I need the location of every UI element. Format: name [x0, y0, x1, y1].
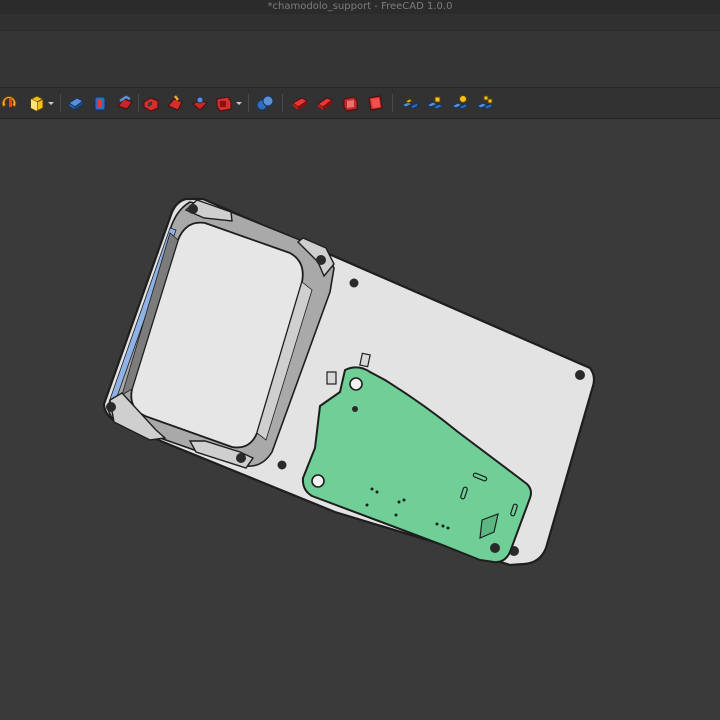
- pcb-standoff: [359, 352, 371, 368]
- mount-hole: [277, 460, 287, 470]
- window-title: *chamodolo_support - FreeCAD 1.0.0: [0, 0, 720, 14]
- linear-pattern-icon[interactable]: [425, 93, 445, 113]
- mount-hole: [316, 255, 326, 265]
- multi-transform-icon[interactable]: [475, 93, 495, 113]
- pcb-pad: [365, 503, 369, 507]
- pcb-pad: [370, 487, 374, 491]
- mount-hole: [575, 370, 585, 380]
- menu-bar: [0, 30, 720, 60]
- pcb-pad: [435, 522, 439, 526]
- boolean-icon[interactable]: [255, 93, 275, 113]
- pad-icon[interactable]: [27, 93, 47, 113]
- title-underbar: [0, 14, 720, 30]
- polar-pattern-icon[interactable]: [450, 93, 470, 113]
- pcb-pad: [446, 526, 450, 530]
- additive-cylinder-icon[interactable]: [90, 93, 110, 113]
- workbench-toolbar-area: [0, 59, 720, 88]
- toolbar-separator: [60, 94, 61, 112]
- pcb-pad: [441, 524, 445, 528]
- additive-box-icon[interactable]: [66, 93, 86, 113]
- groove-icon[interactable]: [165, 93, 185, 113]
- mirrored-icon[interactable]: [400, 93, 420, 113]
- dropdown-arrow-icon[interactable]: [235, 93, 243, 113]
- mount-hole: [236, 453, 246, 463]
- pcb-pad: [394, 513, 398, 517]
- toolbar-separator: [248, 94, 249, 112]
- fillet-icon[interactable]: [290, 93, 310, 113]
- toolbar-separator: [138, 94, 139, 112]
- pcb-standoff: [326, 371, 337, 385]
- mount-hole: [349, 278, 359, 288]
- draft-icon[interactable]: [340, 93, 360, 113]
- pcb-pad: [402, 498, 406, 502]
- 3d-scene: [102, 197, 596, 567]
- mount-hole: [188, 204, 198, 214]
- additive-helix-icon[interactable]: [115, 93, 135, 113]
- 3d-viewport[interactable]: [0, 119, 720, 720]
- hole-icon[interactable]: [214, 93, 234, 113]
- subtractive-shape-icon[interactable]: [190, 93, 210, 113]
- chamfer-icon[interactable]: [315, 93, 335, 113]
- pcb-pad: [375, 490, 379, 494]
- dropdown-arrow-icon[interactable]: [47, 93, 55, 113]
- part-design-toolbar: [0, 88, 720, 119]
- pcb-pad: [397, 500, 401, 504]
- revolve-icon[interactable]: [0, 93, 20, 113]
- pcb-hole: [311, 474, 325, 488]
- pcb-hole: [349, 377, 363, 391]
- mount-hole: [106, 402, 116, 412]
- pocket-icon[interactable]: [141, 93, 161, 113]
- toolbar-separator: [392, 94, 393, 112]
- pcb-hole: [490, 543, 500, 553]
- toolbar-separator: [282, 94, 283, 112]
- thickness-icon[interactable]: [365, 93, 385, 113]
- pcb-hole: [352, 406, 358, 412]
